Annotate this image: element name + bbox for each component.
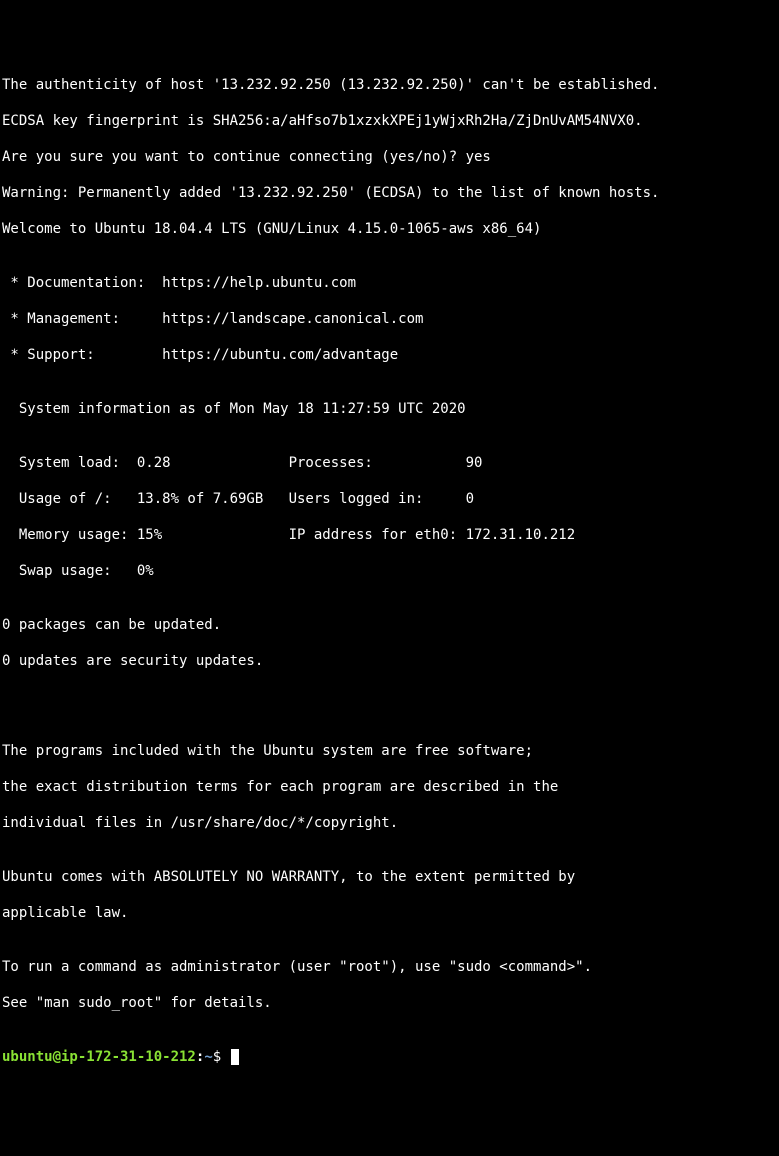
terminal-line: individual files in /usr/share/doc/*/cop… — [2, 814, 777, 832]
cursor-block — [231, 1049, 239, 1065]
terminal-line: Memory usage: 15% IP address for eth0: 1… — [2, 526, 777, 544]
terminal-line: * Management: https://landscape.canonica… — [2, 310, 777, 328]
terminal-line: * Documentation: https://help.ubuntu.com — [2, 274, 777, 292]
terminal-line: Swap usage: 0% — [2, 562, 777, 580]
terminal-line: 0 updates are security updates. — [2, 652, 777, 670]
prompt-separator: : — [196, 1049, 204, 1065]
prompt-end: $ — [213, 1049, 230, 1065]
prompt-path: ~ — [204, 1049, 212, 1065]
terminal-line: Usage of /: 13.8% of 7.69GB Users logged… — [2, 490, 777, 508]
terminal-line: System load: 0.28 Processes: 90 — [2, 454, 777, 472]
terminal-line: The authenticity of host '13.232.92.250 … — [2, 76, 777, 94]
terminal-line: Warning: Permanently added '13.232.92.25… — [2, 184, 777, 202]
terminal-line: applicable law. — [2, 904, 777, 922]
terminal-line: Ubuntu comes with ABSOLUTELY NO WARRANTY… — [2, 868, 777, 886]
terminal-line: To run a command as administrator (user … — [2, 958, 777, 976]
prompt-user-host: ubuntu@ip-172-31-10-212 — [2, 1049, 196, 1065]
terminal-line: The programs included with the Ubuntu sy… — [2, 742, 777, 760]
terminal-line: 0 packages can be updated. — [2, 616, 777, 634]
shell-prompt[interactable]: ubuntu@ip-172-31-10-212:~$ — [2, 1048, 777, 1066]
terminal-line: Welcome to Ubuntu 18.04.4 LTS (GNU/Linux… — [2, 220, 777, 238]
terminal-line: ECDSA key fingerprint is SHA256:a/aHfso7… — [2, 112, 777, 130]
terminal-line: System information as of Mon May 18 11:2… — [2, 400, 777, 418]
terminal-line: * Support: https://ubuntu.com/advantage — [2, 346, 777, 364]
terminal-line: Are you sure you want to continue connec… — [2, 148, 777, 166]
terminal-line: See "man sudo_root" for details. — [2, 994, 777, 1012]
terminal-line: the exact distribution terms for each pr… — [2, 778, 777, 796]
